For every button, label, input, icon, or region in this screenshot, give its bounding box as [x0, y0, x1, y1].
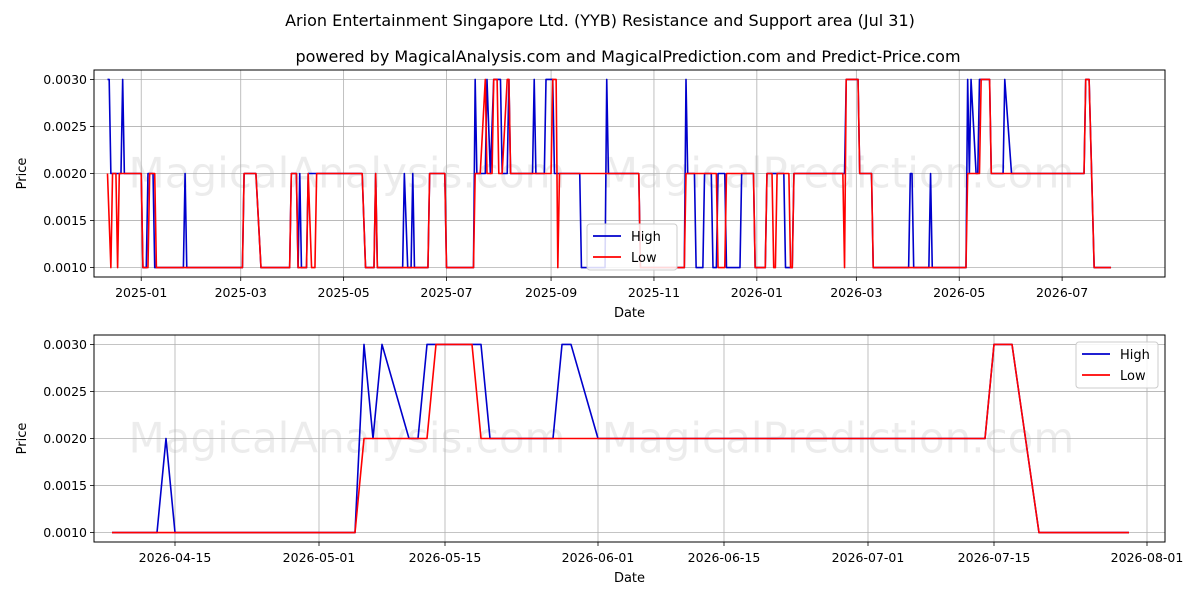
- x-tick-label: 2026-06-15: [688, 550, 761, 565]
- chart-subtitle: powered by MagicalAnalysis.com and Magic…: [295, 47, 960, 66]
- x-axis-label: Date: [614, 306, 645, 321]
- x-tick-label: 2026-05: [933, 285, 985, 300]
- chart-title: Arion Entertainment Singapore Ltd. (YYB)…: [285, 11, 915, 30]
- y-tick-label: 0.0010: [43, 260, 87, 275]
- chart-figure: Arion Entertainment Singapore Ltd. (YYB)…: [0, 0, 1200, 600]
- x-tick-label: 2025-09: [525, 285, 577, 300]
- y-tick-label: 0.0010: [43, 525, 87, 540]
- x-tick-label: 2026-08-01: [1111, 550, 1184, 565]
- y-axis-label: Price: [15, 423, 30, 455]
- legend-label-low: Low: [1120, 369, 1146, 384]
- y-tick-label: 0.0020: [43, 431, 87, 446]
- x-tick-label: 2025-07: [420, 285, 472, 300]
- x-tick-label: 2026-07-01: [832, 550, 905, 565]
- y-tick-label: 0.0030: [43, 337, 87, 352]
- y-tick-label: 0.0025: [43, 119, 87, 134]
- x-axis-label: Date: [614, 571, 645, 586]
- chart-panel-2: MagicalAnalysis.com MagicalPrediction.com…: [15, 334, 1184, 586]
- legend-label-high: High: [631, 230, 661, 245]
- y-tick-label: 0.0015: [43, 478, 87, 493]
- x-tick-label: 2026-03: [830, 285, 882, 300]
- x-tick-label: 2026-05-15: [409, 550, 482, 565]
- x-tick-label: 2026-04-15: [139, 550, 212, 565]
- y-axis-label: Price: [15, 158, 30, 190]
- x-tick-label: 2026-06-01: [562, 550, 635, 565]
- chart-panel-1: MagicalAnalysis.com MagicalPrediction.com…: [15, 69, 1166, 321]
- y-tick-label: 0.0025: [43, 384, 87, 399]
- x-tick-label: 2026-05-01: [283, 550, 356, 565]
- y-tick-label: 0.0030: [43, 72, 87, 87]
- x-tick-label: 2025-05: [318, 285, 370, 300]
- x-tick-label: 2025-01: [115, 285, 167, 300]
- x-tick-label: 2025-11: [628, 285, 680, 300]
- x-tick-label: 2026-07: [1036, 285, 1088, 300]
- x-tick-label: 2026-07-15: [958, 550, 1031, 565]
- y-tick-label: 0.0020: [43, 166, 87, 181]
- legend: High Low: [586, 223, 678, 271]
- legend: High Low: [1075, 341, 1159, 389]
- x-tick-label: 2026-01: [731, 285, 783, 300]
- legend-label-low: Low: [631, 251, 657, 266]
- legend-label-high: High: [1120, 348, 1150, 363]
- y-tick-label: 0.0015: [43, 213, 87, 228]
- x-tick-label: 2025-03: [215, 285, 267, 300]
- chart-canvas: Arion Entertainment Singapore Ltd. (YYB)…: [15, 11, 1184, 586]
